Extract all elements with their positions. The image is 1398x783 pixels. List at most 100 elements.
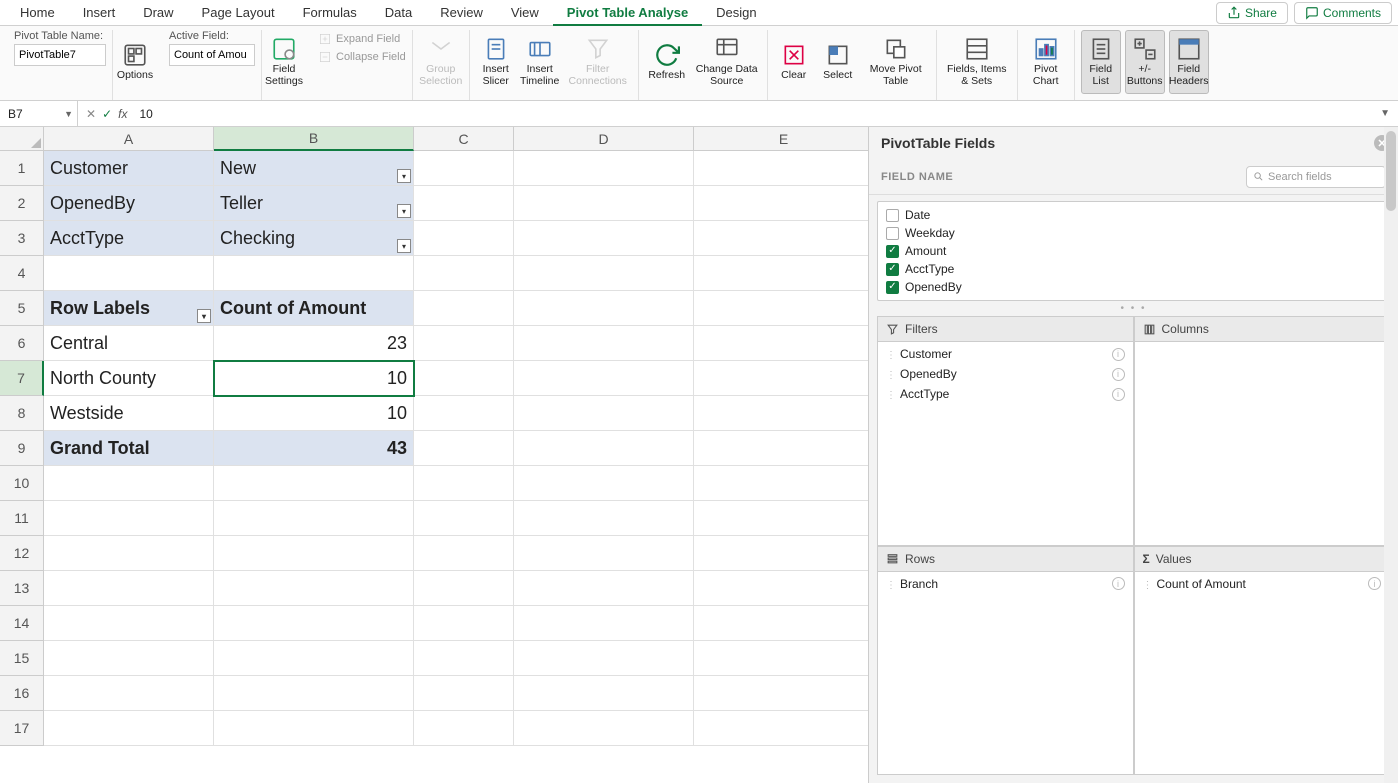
active-field-input[interactable]	[169, 44, 255, 66]
cell-C5[interactable]	[414, 291, 514, 326]
insert-slicer-button[interactable]: Insert Slicer	[476, 30, 516, 94]
rows-area[interactable]: Rows ⋮Branchi	[877, 546, 1134, 776]
cell-D13[interactable]	[514, 571, 694, 606]
cell-C6[interactable]	[414, 326, 514, 361]
info-icon[interactable]: i	[1112, 348, 1125, 361]
items-sets-button[interactable]: Fields, Items & Sets	[943, 30, 1011, 94]
field-search-input[interactable]: Search fields	[1246, 166, 1386, 188]
refresh-button[interactable]: Refresh	[645, 30, 689, 94]
ribbon-tab-data[interactable]: Data	[371, 1, 426, 24]
cell-E11[interactable]	[694, 501, 868, 536]
fx-icon[interactable]: fx	[118, 107, 127, 121]
cell-B11[interactable]	[214, 501, 414, 536]
cell-B17[interactable]	[214, 711, 414, 746]
cell-E2[interactable]	[694, 186, 868, 221]
enter-formula-icon[interactable]: ✓	[102, 107, 112, 121]
cell-E12[interactable]	[694, 536, 868, 571]
cell-C9[interactable]	[414, 431, 514, 466]
collapse-field-button[interactable]: Collapse Field	[318, 48, 406, 66]
values-area[interactable]: ΣValues ⋮Count of Amounti	[1134, 546, 1391, 776]
cell-B5[interactable]: Count of Amount	[214, 291, 414, 326]
area-item-accttype[interactable]: ⋮AcctTypei	[878, 384, 1133, 404]
cell-C13[interactable]	[414, 571, 514, 606]
row-header-6[interactable]: 6	[0, 326, 44, 361]
col-header-E[interactable]: E	[694, 127, 868, 151]
col-header-C[interactable]: C	[414, 127, 514, 151]
spreadsheet[interactable]: ABCDE 1234567891011121314151617 Customer…	[0, 127, 868, 783]
ribbon-tab-formulas[interactable]: Formulas	[289, 1, 371, 24]
col-header-B[interactable]: B	[214, 127, 414, 151]
cell-B8[interactable]: 10	[214, 396, 414, 431]
cell-B14[interactable]	[214, 606, 414, 641]
field-checkbox[interactable]	[886, 263, 899, 276]
row-header-16[interactable]: 16	[0, 676, 44, 711]
cell-C14[interactable]	[414, 606, 514, 641]
cell-C11[interactable]	[414, 501, 514, 536]
insert-timeline-button[interactable]: Insert Timeline	[520, 30, 560, 94]
pm-buttons-button[interactable]: +/- Buttons	[1125, 30, 1165, 94]
row-header-12[interactable]: 12	[0, 536, 44, 571]
cell-D17[interactable]	[514, 711, 694, 746]
change-ds-button[interactable]: Change Data Source	[693, 30, 761, 94]
cell-C16[interactable]	[414, 676, 514, 711]
columns-area[interactable]: Columns	[1134, 316, 1391, 546]
info-icon[interactable]: i	[1112, 368, 1125, 381]
ribbon-tab-page-layout[interactable]: Page Layout	[188, 1, 289, 24]
cell-D5[interactable]	[514, 291, 694, 326]
pane-resize-grip[interactable]: • • •	[869, 301, 1398, 316]
info-icon[interactable]: i	[1112, 577, 1125, 590]
cell-D4[interactable]	[514, 256, 694, 291]
cell-A3[interactable]: AcctType	[44, 221, 214, 256]
cell-E3[interactable]	[694, 221, 868, 256]
filter-connections-button[interactable]: Filter Connections	[564, 30, 632, 94]
filters-area[interactable]: Filters ⋮Customeri⋮OpenedByi⋮AcctTypei	[877, 316, 1134, 546]
cell-B4[interactable]	[214, 256, 414, 291]
cell-E15[interactable]	[694, 641, 868, 676]
cell-A17[interactable]	[44, 711, 214, 746]
row-header-13[interactable]: 13	[0, 571, 44, 606]
cell-E17[interactable]	[694, 711, 868, 746]
cell-A2[interactable]: OpenedBy	[44, 186, 214, 221]
cell-D9[interactable]	[514, 431, 694, 466]
formula-input[interactable]: 10	[135, 107, 1372, 121]
cell-C7[interactable]	[414, 361, 514, 396]
cell-A11[interactable]	[44, 501, 214, 536]
cell-E9[interactable]	[694, 431, 868, 466]
field-openedby[interactable]: OpenedBy	[878, 278, 1389, 296]
col-header-A[interactable]: A	[44, 127, 214, 151]
cell-D6[interactable]	[514, 326, 694, 361]
cell-E16[interactable]	[694, 676, 868, 711]
field-checkbox[interactable]	[886, 227, 899, 240]
cell-D7[interactable]	[514, 361, 694, 396]
row-header-8[interactable]: 8	[0, 396, 44, 431]
cell-E1[interactable]	[694, 151, 868, 186]
expand-formula-bar-icon[interactable]: ▼	[1372, 108, 1398, 119]
filter-dropdown-icon[interactable]: ▾	[397, 169, 411, 183]
cell-D1[interactable]	[514, 151, 694, 186]
row-header-17[interactable]: 17	[0, 711, 44, 746]
cell-A14[interactable]	[44, 606, 214, 641]
cell-B15[interactable]	[214, 641, 414, 676]
cell-A6[interactable]: Central	[44, 326, 214, 361]
cell-B10[interactable]	[214, 466, 414, 501]
ribbon-tab-home[interactable]: Home	[6, 1, 69, 24]
cell-E13[interactable]	[694, 571, 868, 606]
cell-A9[interactable]: Grand Total	[44, 431, 214, 466]
cell-A13[interactable]	[44, 571, 214, 606]
expand-field-button[interactable]: Expand Field	[318, 30, 406, 48]
info-icon[interactable]: i	[1112, 388, 1125, 401]
cell-C3[interactable]	[414, 221, 514, 256]
field-headers-button[interactable]: Field Headers	[1169, 30, 1209, 94]
cell-A4[interactable]	[44, 256, 214, 291]
row-header-15[interactable]: 15	[0, 641, 44, 676]
ribbon-tab-pivot-table-analyse[interactable]: Pivot Table Analyse	[553, 1, 702, 26]
field-date[interactable]: Date	[878, 206, 1389, 224]
area-item-openedby[interactable]: ⋮OpenedByi	[878, 364, 1133, 384]
area-item-branch[interactable]: ⋮Branchi	[878, 574, 1133, 594]
options-button[interactable]: Options	[113, 30, 157, 94]
cell-C2[interactable]	[414, 186, 514, 221]
row-header-3[interactable]: 3	[0, 221, 44, 256]
cell-C15[interactable]	[414, 641, 514, 676]
cell-A1[interactable]: Customer	[44, 151, 214, 186]
cell-A8[interactable]: Westside	[44, 396, 214, 431]
